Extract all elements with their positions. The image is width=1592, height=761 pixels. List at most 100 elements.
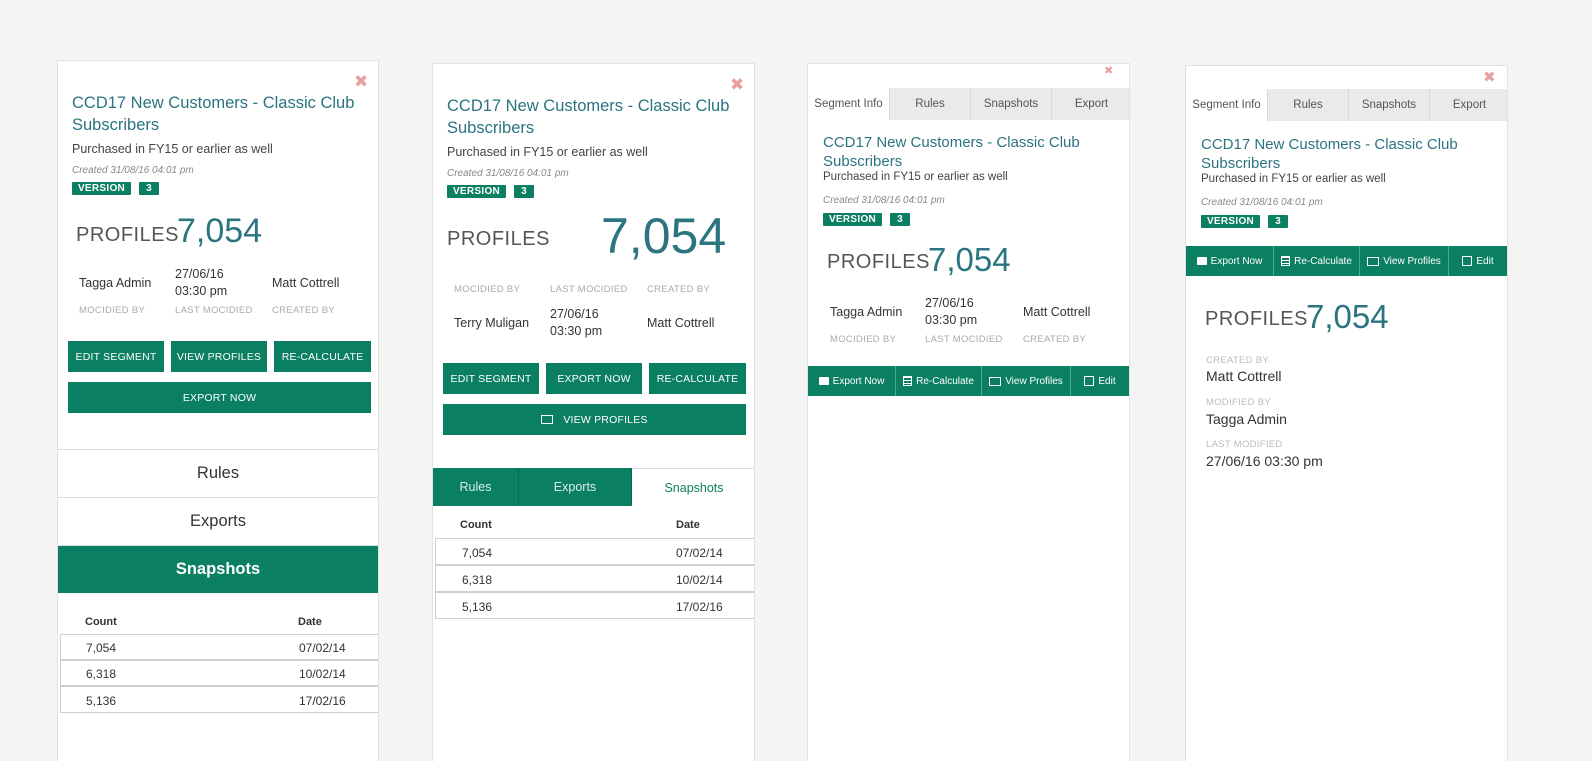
recalculate-label: Re-Calculate	[916, 375, 974, 387]
recalculate-button[interactable]: Re-Calculate	[896, 366, 982, 396]
segment-title: CCD17 New Customers - Classic Club Subsc…	[1201, 136, 1458, 172]
calculator-icon	[903, 376, 913, 386]
version-badge: VERSION	[447, 185, 506, 198]
view-profiles-button[interactable]: View Profiles	[1360, 246, 1449, 276]
export-now-label: Export Now	[832, 375, 885, 387]
close-icon[interactable]: ✖	[1483, 70, 1496, 85]
table-row: 7,054 07/02/14	[435, 538, 754, 565]
tab-snapshots[interactable]: Snapshots	[1348, 89, 1429, 121]
export-now-button[interactable]: Export Now	[1186, 246, 1274, 276]
tab-snapshots[interactable]: Snapshots	[632, 468, 754, 506]
last-modified-value: 27/06/16 03:30 pm	[550, 307, 603, 338]
segment-panel-accordion: ✖ CCD17 New Customers - Classic Club Sub…	[57, 60, 379, 761]
view-profiles-label: VIEW PROFILES	[563, 413, 648, 426]
last-modified-label: LAST MOCIDIED	[550, 284, 628, 295]
view-profiles-button[interactable]: VIEW PROFILES	[171, 341, 267, 372]
segment-subtitle: Purchased in FY15 or earlier as well	[823, 171, 1008, 183]
edit-icon	[1084, 376, 1095, 386]
date-cell: 17/02/16	[299, 694, 346, 708]
edit-button[interactable]: Edit	[1449, 246, 1507, 276]
version-number-badge: 3	[1268, 215, 1288, 228]
segment-panel-details: Segment Info Rules Snapshots Export ✖ CC…	[1185, 65, 1508, 761]
tab-exports[interactable]: Exports	[519, 468, 632, 506]
date-cell: 17/02/16	[676, 600, 723, 614]
date-cell: 10/02/14	[299, 667, 346, 681]
modified-by-label: MOCIDIED BY	[454, 284, 521, 295]
created-by-label: CREATED BY	[647, 284, 711, 295]
close-icon[interactable]: ✖	[354, 73, 368, 90]
tab-rules[interactable]: Rules	[1267, 89, 1348, 121]
tab-segment-info[interactable]: Segment Info	[1186, 89, 1267, 121]
id-card-icon	[1367, 256, 1380, 266]
view-profiles-label: View Profiles	[1383, 255, 1441, 267]
modified-by-value: Tagga Admin	[830, 305, 903, 319]
date-cell: 10/02/14	[676, 573, 723, 587]
profiles-label: PROFILES	[827, 251, 930, 273]
tab-segment-info[interactable]: Segment Info	[808, 88, 889, 120]
count-cell: 7,054	[86, 641, 117, 655]
tab-rules[interactable]: Rules	[433, 468, 519, 506]
profiles-count: 7,054	[601, 208, 727, 264]
action-bar: Export Now Re-Calculate View Profiles Ed…	[1186, 246, 1507, 276]
view-profiles-label: View Profiles	[1005, 375, 1063, 387]
tab-export[interactable]: Export	[1051, 88, 1129, 120]
accordion-rules[interactable]: Rules	[58, 449, 378, 497]
export-now-button[interactable]: Export Now	[808, 366, 896, 396]
profiles-label: PROFILES	[447, 228, 550, 250]
segment-subtitle: Purchased in FY15 or earlier as well	[72, 142, 273, 156]
view-profiles-button[interactable]: View Profiles	[982, 366, 1071, 396]
segment-panel-tabs-below: ✖ CCD17 New Customers - Classic Club Sub…	[432, 63, 755, 761]
export-now-button[interactable]: EXPORT NOW	[68, 382, 371, 413]
segment-subtitle: Purchased in FY15 or earlier as well	[1201, 173, 1386, 185]
segment-title: CCD17 New Customers - Classic Club Subsc…	[72, 94, 355, 134]
version-number-badge: 3	[139, 182, 159, 195]
created-by-value: Matt Cottrell	[1206, 368, 1282, 384]
table-row: 6,318 10/02/14	[60, 660, 378, 686]
recalculate-button[interactable]: Re-Calculate	[1274, 246, 1360, 276]
modified-by-label: MOCIDIED BY	[79, 305, 146, 316]
segment-title: CCD17 New Customers - Classic Club Subsc…	[823, 134, 1080, 170]
created-by-label: CREATED BY	[1206, 355, 1270, 366]
export-now-button[interactable]: EXPORT NOW	[546, 363, 642, 394]
created-timestamp: Created 31/08/16 04:01 pm	[447, 168, 569, 179]
view-profiles-button[interactable]: VIEW PROFILES	[443, 404, 746, 435]
last-modified-label: LAST MODIFIED	[1206, 439, 1283, 450]
date-header: Date	[676, 519, 700, 531]
last-modified-label: LAST MOCIDIED	[925, 334, 1003, 345]
last-modified-value: 27/06/16 03:30 pm	[175, 267, 228, 298]
edit-icon	[1462, 256, 1473, 266]
modified-by-value: Tagga Admin	[79, 276, 152, 290]
version-badge: VERSION	[1201, 215, 1260, 228]
recalculate-button[interactable]: RE-CALCULATE	[649, 363, 746, 394]
table-row: 6,318 10/02/14	[435, 565, 754, 592]
tab-export[interactable]: Export	[1429, 89, 1507, 121]
id-card-icon	[989, 376, 1002, 386]
count-cell: 5,136	[86, 694, 117, 708]
accordion-exports[interactable]: Exports	[58, 497, 378, 545]
accordion-snapshots[interactable]: Snapshots	[58, 545, 378, 593]
modified-by-label: MODIFIED BY	[1206, 397, 1272, 408]
tab-rules[interactable]: Rules	[889, 88, 970, 120]
edit-segment-button[interactable]: EDIT SEGMENT	[68, 341, 164, 372]
id-card-icon	[541, 415, 554, 424]
segment-panel-top-tabs: Segment Info Rules Snapshots Export ✖ CC…	[807, 63, 1130, 761]
close-icon[interactable]: ✖	[730, 76, 744, 93]
date-header: Date	[298, 616, 322, 628]
profiles-label: PROFILES	[1205, 308, 1308, 330]
table-row: 5,136 17/02/16	[60, 686, 378, 713]
date-cell: 07/02/14	[299, 641, 346, 655]
count-header: Count	[460, 519, 492, 531]
close-icon[interactable]: ✖	[1104, 66, 1113, 77]
edit-segment-button[interactable]: EDIT SEGMENT	[443, 363, 539, 394]
modified-by-label: MOCIDIED BY	[830, 334, 897, 345]
recalculate-button[interactable]: RE-CALCULATE	[274, 341, 371, 372]
tab-snapshots[interactable]: Snapshots	[970, 88, 1051, 120]
created-by-value: Matt Cottrell	[647, 316, 715, 330]
edit-button[interactable]: Edit	[1071, 366, 1129, 396]
profiles-count: 7,054	[177, 212, 263, 250]
table-row: 5,136 17/02/16	[435, 592, 754, 619]
modified-by-value: Tagga Admin	[1206, 411, 1287, 427]
version-badge: VERSION	[823, 213, 882, 226]
version-number-badge: 3	[890, 213, 910, 226]
calculator-icon	[1281, 256, 1291, 266]
